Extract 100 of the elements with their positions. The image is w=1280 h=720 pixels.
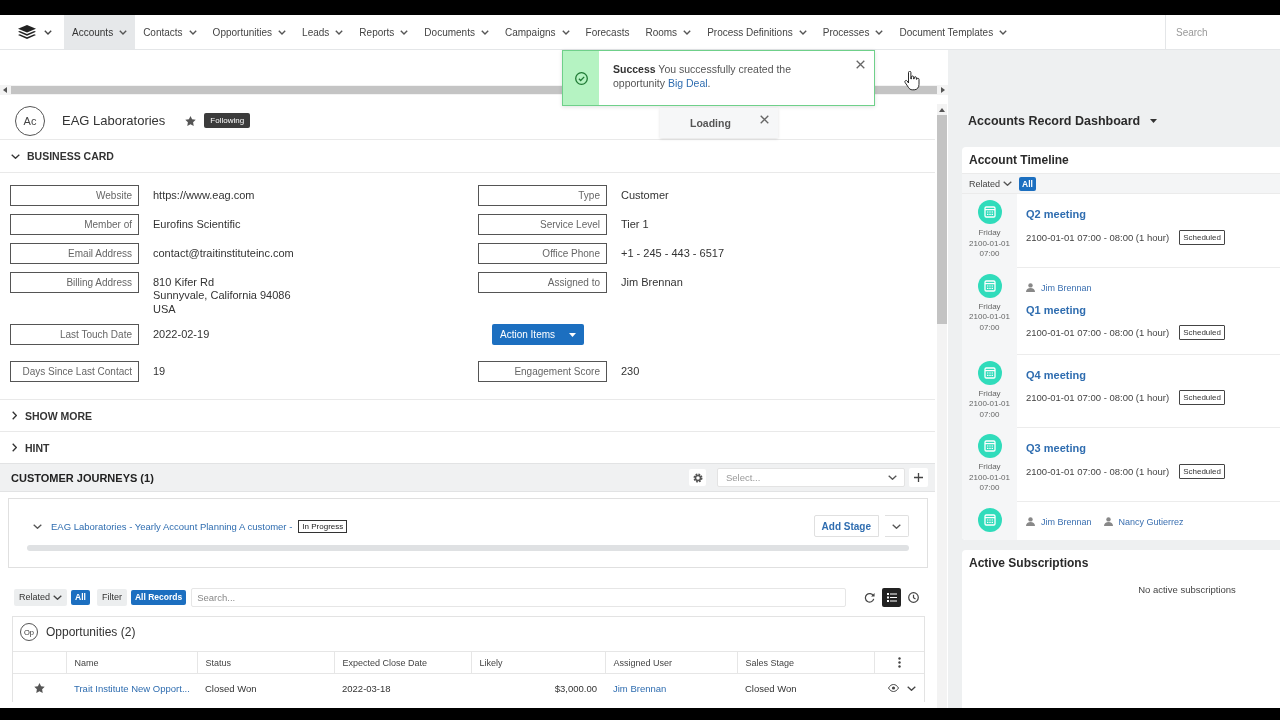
- table-cell: 2022-03-18: [334, 673, 471, 702]
- nav-menu-item[interactable]: Rooms: [637, 15, 700, 49]
- field-link[interactable]: https://www.eag.com: [153, 185, 255, 206]
- view-toggle-button[interactable]: [882, 587, 901, 607]
- search-field[interactable]: Search...: [191, 587, 847, 607]
- chevron-down-icon: [1003, 181, 1013, 186]
- field-label: Service Level: [478, 214, 607, 235]
- logo-icon: [18, 24, 36, 40]
- chevron-right-icon: [12, 411, 17, 420]
- panel-title: Opportunities (2): [46, 625, 136, 639]
- expand-toggle[interactable]: [33, 523, 42, 529]
- eye-icon[interactable]: [888, 684, 899, 692]
- event-title-link[interactable]: Q2 meeting: [1026, 207, 1086, 221]
- record-link[interactable]: Jim Brennan: [613, 682, 667, 694]
- related-dropdown[interactable]: Related: [969, 178, 1013, 189]
- column-header: Status: [197, 651, 334, 674]
- column-header: Sales Stage: [737, 651, 874, 674]
- field-value: Customer: [621, 188, 669, 203]
- settings-button[interactable]: [689, 469, 706, 486]
- nav-menu-item[interactable]: Forecasts: [577, 15, 638, 49]
- field-label: Last Touch Date: [10, 324, 139, 345]
- journey-link[interactable]: EAG Laboratories - Yearly Account Planning A customer -: [51, 520, 293, 532]
- empty-message: No active subscriptions: [1137, 584, 1237, 595]
- section-title: CUSTOMER JOURNEYS (1): [11, 471, 154, 484]
- following-button[interactable]: Following: [204, 113, 251, 128]
- field-value: 19: [153, 364, 166, 379]
- event-date: Friday 2100-01-01 07:00: [969, 228, 1010, 260]
- calendar-icon: [977, 360, 1002, 385]
- card-title: Active Subscriptions: [968, 555, 1090, 572]
- field-label: Member of: [10, 214, 139, 235]
- field-label: Email Address: [10, 243, 139, 264]
- more-icon[interactable]: [897, 657, 901, 668]
- event-date: Friday 2100-01-01 07:00: [969, 462, 1010, 494]
- nav-menu-item[interactable]: Campaigns: [496, 15, 578, 49]
- field-link[interactable]: Eurofins Scientific: [153, 214, 241, 235]
- chevron-down-icon: [53, 594, 63, 600]
- check-circle-icon: [574, 71, 588, 85]
- star-icon[interactable]: [185, 115, 197, 126]
- status-badge: Scheduled: [1179, 229, 1225, 245]
- nav-menu-item[interactable]: Processes: [814, 15, 892, 49]
- chevron-down-icon: [892, 523, 901, 529]
- field-link[interactable]: contact@traitinstituteinc.com: [153, 243, 294, 264]
- person-link[interactable]: Jim Brennan: [1041, 282, 1092, 293]
- column-header: Expected Close Date: [334, 651, 471, 674]
- field-link[interactable]: +1 - 245 - 443 - 6517: [621, 243, 725, 264]
- person-icon: [1026, 517, 1035, 526]
- caret-icon: [569, 332, 577, 337]
- related-filter-badge[interactable]: All: [71, 589, 90, 605]
- event-time: 2100-01-01 07:00 - 08:00 (1 hour): [1026, 392, 1170, 403]
- related-filter-badge[interactable]: All: [1019, 176, 1036, 191]
- close-icon[interactable]: [760, 115, 769, 124]
- chevron-down-icon[interactable]: [907, 685, 916, 691]
- field-label: Assigned to: [478, 272, 607, 293]
- clock-icon: [908, 591, 919, 603]
- refresh-icon: [864, 591, 875, 603]
- field-label: Type: [478, 185, 607, 206]
- calendar-icon: [977, 200, 1002, 224]
- nav-menu-item[interactable]: Opportunities: [204, 15, 295, 49]
- add-stage-button[interactable]: Add Stage: [813, 515, 879, 537]
- column-header: Assigned User: [605, 651, 737, 674]
- nav-menu-item[interactable]: Documents: [416, 15, 497, 49]
- field-value: Tier 1: [621, 217, 649, 232]
- nav-menu-item[interactable]: Document Templates: [891, 15, 1016, 49]
- settings-icon: [692, 472, 703, 483]
- person-link[interactable]: Nancy Gutierrez: [1118, 516, 1184, 527]
- field-value: 2022-02-19: [153, 327, 210, 342]
- table-cell: Closed Won: [737, 673, 874, 702]
- add-button[interactable]: [909, 468, 928, 487]
- field-value: 230: [621, 364, 640, 379]
- calendar-icon: [977, 273, 1002, 298]
- card-title: Account Timeline: [968, 152, 1070, 169]
- vertical-scrollbar[interactable]: [937, 104, 947, 708]
- field-link[interactable]: Jim Brennan: [621, 272, 683, 293]
- event-title-link[interactable]: Q1 meeting: [1026, 302, 1086, 317]
- related-dropdown[interactable]: Related: [14, 588, 68, 606]
- dropdown-button[interactable]: Action Items: [492, 324, 585, 345]
- chevron-down-icon: [33, 523, 42, 529]
- event-date: Friday 2100-01-01 07:00: [969, 301, 1010, 333]
- nav-menu-item[interactable]: Process Definitions: [699, 15, 815, 49]
- nav-menu-item[interactable]: Reports: [351, 15, 417, 49]
- star-icon[interactable]: [34, 683, 45, 693]
- filter-badge[interactable]: All Records: [130, 589, 187, 605]
- person-icon: [1026, 283, 1035, 292]
- person-link[interactable]: Jim Brennan: [1041, 516, 1092, 527]
- opportunity-link[interactable]: Big Deal: [667, 77, 708, 89]
- nav-menu-item[interactable]: Accounts: [64, 15, 136, 49]
- event-time: 2100-01-01 07:00 - 08:00 (1 hour): [1026, 231, 1170, 243]
- record-link[interactable]: Trait Institute New Opport...: [74, 682, 190, 694]
- hand-cursor-icon: [904, 71, 920, 91]
- event-title-link[interactable]: Q4 meeting: [1026, 367, 1086, 382]
- status-badge: In Progress: [298, 519, 348, 533]
- field-label: Days Since Last Contact: [10, 361, 139, 382]
- dashboard-selector[interactable]: Accounts Record Dashboard: [968, 113, 1158, 129]
- event-date: Friday 2100-01-01 07:00: [969, 388, 1010, 420]
- nav-menu-item[interactable]: Contacts: [135, 15, 205, 49]
- nav-menu-item[interactable]: Leads: [294, 15, 352, 49]
- calendar-icon: [977, 434, 1002, 458]
- close-icon[interactable]: [856, 60, 865, 69]
- chevron-down-icon: [888, 475, 897, 480]
- event-title-link[interactable]: Q3 meeting: [1026, 441, 1086, 455]
